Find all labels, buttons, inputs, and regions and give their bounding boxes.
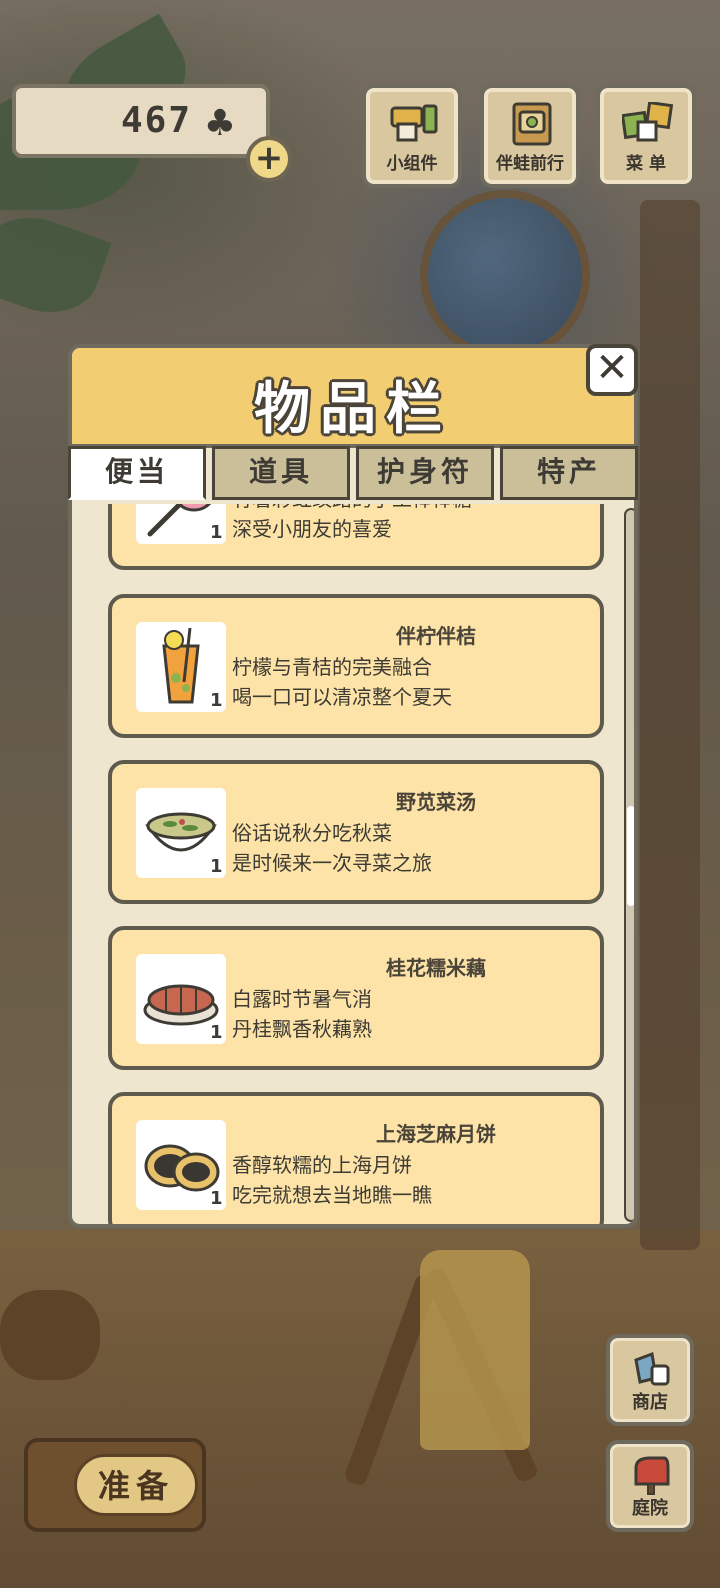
tab-tools[interactable]: 道具 bbox=[212, 446, 350, 500]
tab-specialties[interactable]: 特产 bbox=[500, 446, 638, 500]
menu-button[interactable]: 菜 单 bbox=[596, 84, 696, 188]
item-quantity: 1 bbox=[210, 1188, 223, 1209]
list-item[interactable]: 1 野苋菜汤 俗话说秋分吃秋菜 是时候来一次寻菜之旅 bbox=[108, 760, 604, 904]
item-name: 上海芝麻月饼 bbox=[376, 1122, 496, 1146]
widget-label: 小组件 bbox=[386, 154, 438, 174]
widget-icon bbox=[390, 104, 438, 142]
garden-button[interactable]: 庭院 bbox=[606, 1440, 694, 1532]
item-desc-line: 吃完就想去当地瞧一瞧 bbox=[232, 1183, 432, 1207]
item-quantity: 1 bbox=[210, 522, 223, 543]
scroll-thumb[interactable] bbox=[627, 806, 634, 906]
list-item[interactable]: 1 有着彩虹纹路的手工棒棒糖 深受小朋友的喜爱 bbox=[108, 504, 604, 570]
item-desc-line: 深受小朋友的喜爱 bbox=[232, 517, 392, 541]
item-description: 柠檬与青桔的完美融合 喝一口可以清凉整个夏天 bbox=[232, 652, 452, 712]
mailbox-icon bbox=[634, 1456, 670, 1495]
item-quantity: 1 bbox=[210, 856, 223, 877]
tab-charms[interactable]: 护身符 bbox=[356, 446, 494, 500]
shop-button[interactable]: 商店 bbox=[606, 1334, 694, 1426]
list-item[interactable]: 1 上海芝麻月饼 香醇软糯的上海月饼 吃完就想去当地瞧一瞧 bbox=[108, 1092, 604, 1224]
item-desc-line: 香醇软糯的上海月饼 bbox=[232, 1153, 412, 1177]
journey-button[interactable]: 伴蛙前行 bbox=[480, 84, 580, 188]
clover-counter: 467 ♣ bbox=[12, 84, 270, 158]
item-name: 伴柠伴桔 bbox=[396, 624, 476, 648]
shop-bag-icon bbox=[634, 1351, 670, 1386]
item-quantity: 1 bbox=[210, 690, 223, 711]
tab-bar: 便当 道具 护身符 特产 bbox=[68, 446, 638, 500]
item-desc-line: 喝一口可以清凉整个夏天 bbox=[232, 685, 452, 709]
list-item[interactable]: 1 伴柠伴桔 柠檬与青桔的完美融合 喝一口可以清凉整个夏天 bbox=[108, 594, 604, 738]
item-name: 野苋菜汤 bbox=[396, 790, 476, 814]
item-description: 香醇软糯的上海月饼 吃完就想去当地瞧一瞧 bbox=[232, 1150, 432, 1210]
garden-label: 庭院 bbox=[632, 1498, 668, 1519]
item-desc-line: 柠檬与青桔的完美融合 bbox=[232, 655, 432, 679]
item-name: 桂花糯米藕 bbox=[386, 956, 486, 980]
prepare-button[interactable]: 准备 bbox=[24, 1438, 206, 1532]
item-quantity: 1 bbox=[210, 1022, 223, 1043]
item-desc-line: 白露时节暑气消 bbox=[232, 987, 372, 1011]
widget-button[interactable]: 小组件 bbox=[362, 84, 462, 188]
item-desc-line: 丹桂飘香秋藕熟 bbox=[232, 1017, 372, 1041]
journey-icon bbox=[512, 102, 552, 146]
clover-count: 467 bbox=[120, 100, 192, 141]
panel-title: 物品栏 bbox=[254, 377, 452, 442]
prepare-label: 准备 bbox=[74, 1454, 198, 1516]
item-desc-line: 俗话说秋分吃秋菜 bbox=[232, 821, 392, 845]
journey-label: 伴蛙前行 bbox=[496, 154, 564, 174]
menu-icon bbox=[622, 102, 674, 142]
panel-header: 物品栏 bbox=[72, 348, 634, 448]
scrollbar[interactable] bbox=[624, 508, 634, 1222]
menu-label: 菜 单 bbox=[626, 154, 666, 174]
tab-bento[interactable]: 便当 bbox=[68, 446, 206, 500]
item-description: 有着彩虹纹路的手工棒棒糖 深受小朋友的喜爱 bbox=[232, 504, 472, 544]
list-item[interactable]: 1 桂花糯米藕 白露时节暑气消 丹桂飘香秋藕熟 bbox=[108, 926, 604, 1070]
shop-label: 商店 bbox=[632, 1392, 668, 1413]
clover-icon: ♣ bbox=[203, 103, 236, 144]
add-clover-button[interactable]: + bbox=[246, 136, 292, 182]
item-desc-line: 有着彩虹纹路的手工棒棒糖 bbox=[232, 504, 472, 514]
close-button[interactable]: ✕ bbox=[586, 344, 638, 396]
item-desc-line: 是时候来一次寻菜之旅 bbox=[232, 851, 432, 875]
item-description: 白露时节暑气消 丹桂飘香秋藕熟 bbox=[232, 984, 372, 1044]
item-description: 俗话说秋分吃秋菜 是时候来一次寻菜之旅 bbox=[232, 818, 432, 878]
item-list[interactable]: 1 有着彩虹纹路的手工棒棒糖 深受小朋友的喜爱 1 伴柠伴桔 柠檬 bbox=[72, 504, 634, 1224]
